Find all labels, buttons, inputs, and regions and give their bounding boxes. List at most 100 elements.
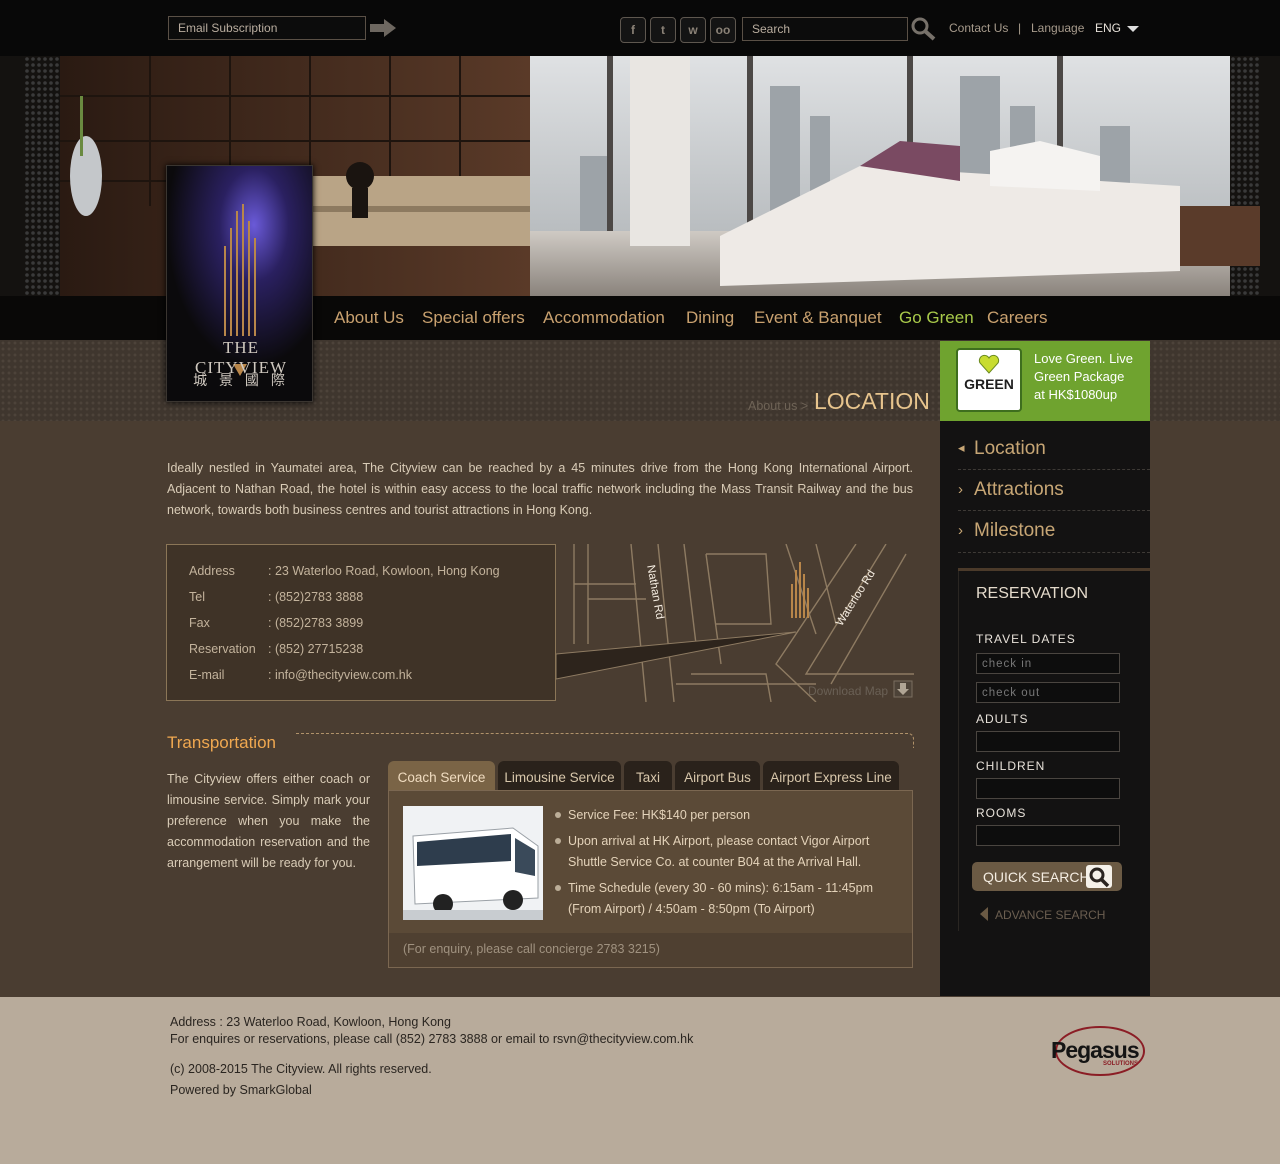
bullet-icon [555,885,561,891]
heart-icon [978,354,1000,374]
footer-copyright: (c) 2008-2015 The Cityview. All rights r… [170,1062,432,1076]
chevron-right-icon: › [958,522,963,539]
transportation-divider [296,733,914,748]
address-value: : 23 Waterloo Road, Kowloon, Hong Kong [268,564,500,578]
address-label: Address [189,564,235,578]
transportation-description: The Cityview offers either coach or limo… [167,772,370,870]
tripadvisor-icon[interactable]: oo [710,17,736,43]
sidebar-divider [958,552,1150,554]
quick-search-button[interactable]: QUICK SEARCH [972,862,1122,891]
sidebar: ◂ Location › Attractions › Milestone RES… [940,421,1150,996]
weibo-icon[interactable]: w [680,17,706,43]
list-item: Service Fee: HK$140 per person [555,805,895,826]
language-select[interactable]: ENG [1095,21,1140,35]
tab-limousine-service[interactable]: Limousine Service [498,761,621,791]
header-divider: | [1018,21,1022,35]
arrow-left-icon: ◂ [958,440,965,455]
chevron-down-icon [1127,25,1140,32]
location-map[interactable]: Nathan Rd Waterloo Rd Download Map [555,543,914,703]
nav-about-us[interactable]: About Us [334,296,404,340]
email-label: E-mail [189,668,225,682]
nav-go-green[interactable]: Go Green [899,296,974,340]
search-icon [1086,865,1112,888]
bullet-text: Time Schedule (every 30 - 60 mins): 6:15… [568,881,873,916]
language-value: ENG [1095,21,1122,35]
coach-bus-image [403,806,543,920]
chevron-right-icon: › [958,481,963,498]
download-icon[interactable] [893,680,913,698]
hotel-logo[interactable]: THE CITYVIEW 城 景 國 際 [166,165,313,402]
arrow-right-icon[interactable] [368,16,398,40]
arrow-left-icon[interactable] [978,907,990,921]
tel-label: Tel [189,590,205,604]
checkout-input[interactable]: check out [976,682,1120,703]
travel-dates-label: TRAVEL DATES [976,632,1076,646]
reservation-title: RESERVATION [976,585,1089,602]
footer-powered-by[interactable]: Powered by SmarkGlobal [170,1083,312,1097]
intro-paragraph: Ideally nestled in Yaumatei area, The Ci… [167,461,913,517]
twitter-icon[interactable]: t [650,17,676,43]
footer-address: Address : 23 Waterloo Road, Kowloon, Hon… [170,1015,451,1029]
pegasus-wordmark: Pegasus [1051,1037,1140,1063]
sidebar-item-label: Milestone [974,520,1056,541]
promo-text: Love Green. Live Green Package at HK$108… [1034,350,1133,404]
sidebar-item-label: Location [974,438,1046,459]
reservation-label: Reservation [189,642,256,656]
list-item: Upon arrival at HK Airport, please conta… [555,831,895,873]
sidebar-item-milestone[interactable]: › Milestone [940,511,1150,551]
footer-enquiry: For enquires or reservations, please cal… [170,1032,694,1046]
pegasus-logo[interactable]: Pegasus SOLUTIONS [1045,1025,1155,1081]
quick-search-label: QUICK SEARCH [983,869,1090,885]
language-label: Language [1031,21,1085,35]
advance-search-link[interactable]: ADVANCE SEARCH [995,908,1105,922]
facebook-icon[interactable]: f [620,17,646,43]
children-input[interactable] [976,778,1120,799]
coach-details-list: Service Fee: HK$140 per person Upon arri… [555,805,895,920]
tab-airport-bus[interactable]: Airport Bus [675,761,760,791]
nav-event-banquet[interactable]: Event & Banquet [754,296,882,340]
transportation-title: Transportation [167,733,276,752]
fax-value: : (852)2783 3899 [268,616,364,630]
checkout-placeholder: check out [982,687,1041,699]
tel-value: : (852)2783 3888 [268,590,364,604]
rooms-input[interactable] [976,825,1120,846]
list-item: Time Schedule (every 30 - 60 mins): 6:15… [555,878,895,920]
reservation-top-border [958,568,1150,571]
sidebar-item-location[interactable]: ◂ Location [940,429,1150,469]
search-icon[interactable] [910,16,938,42]
rooms-label: ROOMS [976,806,1027,820]
nav-special-offers[interactable]: Special offers [422,296,525,340]
nav-dining[interactable]: Dining [686,296,734,340]
email-placeholder: Email Subscription [178,21,278,35]
promo-line-3: at HK$1080up [1034,387,1118,402]
search-placeholder: Search [752,22,791,36]
intro-section: Ideally nestled in Yaumatei area, The Ci… [167,458,913,521]
tab-airport-express-line[interactable]: Airport Express Line [763,761,899,791]
promo-line-2: Green Package [1034,369,1125,384]
top-bar: Email Subscription f t w oo Search Conta… [0,0,1280,56]
download-map-link[interactable]: Download Map [808,684,888,698]
pegasus-subtitle: SOLUTIONS [1103,1061,1139,1067]
adults-label: ADULTS [976,712,1029,726]
green-badge: GREEN [956,348,1022,412]
sidebar-item-label: Attractions [974,479,1064,500]
nav-accommodation[interactable]: Accommodation [543,296,665,340]
tab-taxi[interactable]: Taxi [624,761,672,791]
bullet-icon [555,838,561,844]
contact-us-link[interactable]: Contact Us [949,21,1008,35]
footer: Address : 23 Waterloo Road, Kowloon, Hon… [0,997,1280,1164]
adults-input[interactable] [976,731,1120,752]
nav-careers[interactable]: Careers [987,296,1047,340]
breadcrumb-parent[interactable]: About us > [748,399,808,413]
email-value[interactable]: : info@thecityview.com.hk [268,668,412,682]
search-input[interactable]: Search [742,17,908,41]
page-title: LOCATION [814,388,930,414]
bullet-text: Service Fee: HK$140 per person [568,808,751,822]
tab-coach-service[interactable]: Coach Service [388,761,495,791]
map-graphic [555,543,914,703]
sidebar-item-attractions[interactable]: › Attractions [940,470,1150,510]
checkin-input[interactable]: check in [976,653,1120,674]
bullet-text: Upon arrival at HK Airport, please conta… [568,834,870,869]
go-green-promo[interactable]: GREEN Love Green. Live Green Package at … [940,341,1150,421]
email-subscription-input[interactable]: Email Subscription [168,16,366,40]
